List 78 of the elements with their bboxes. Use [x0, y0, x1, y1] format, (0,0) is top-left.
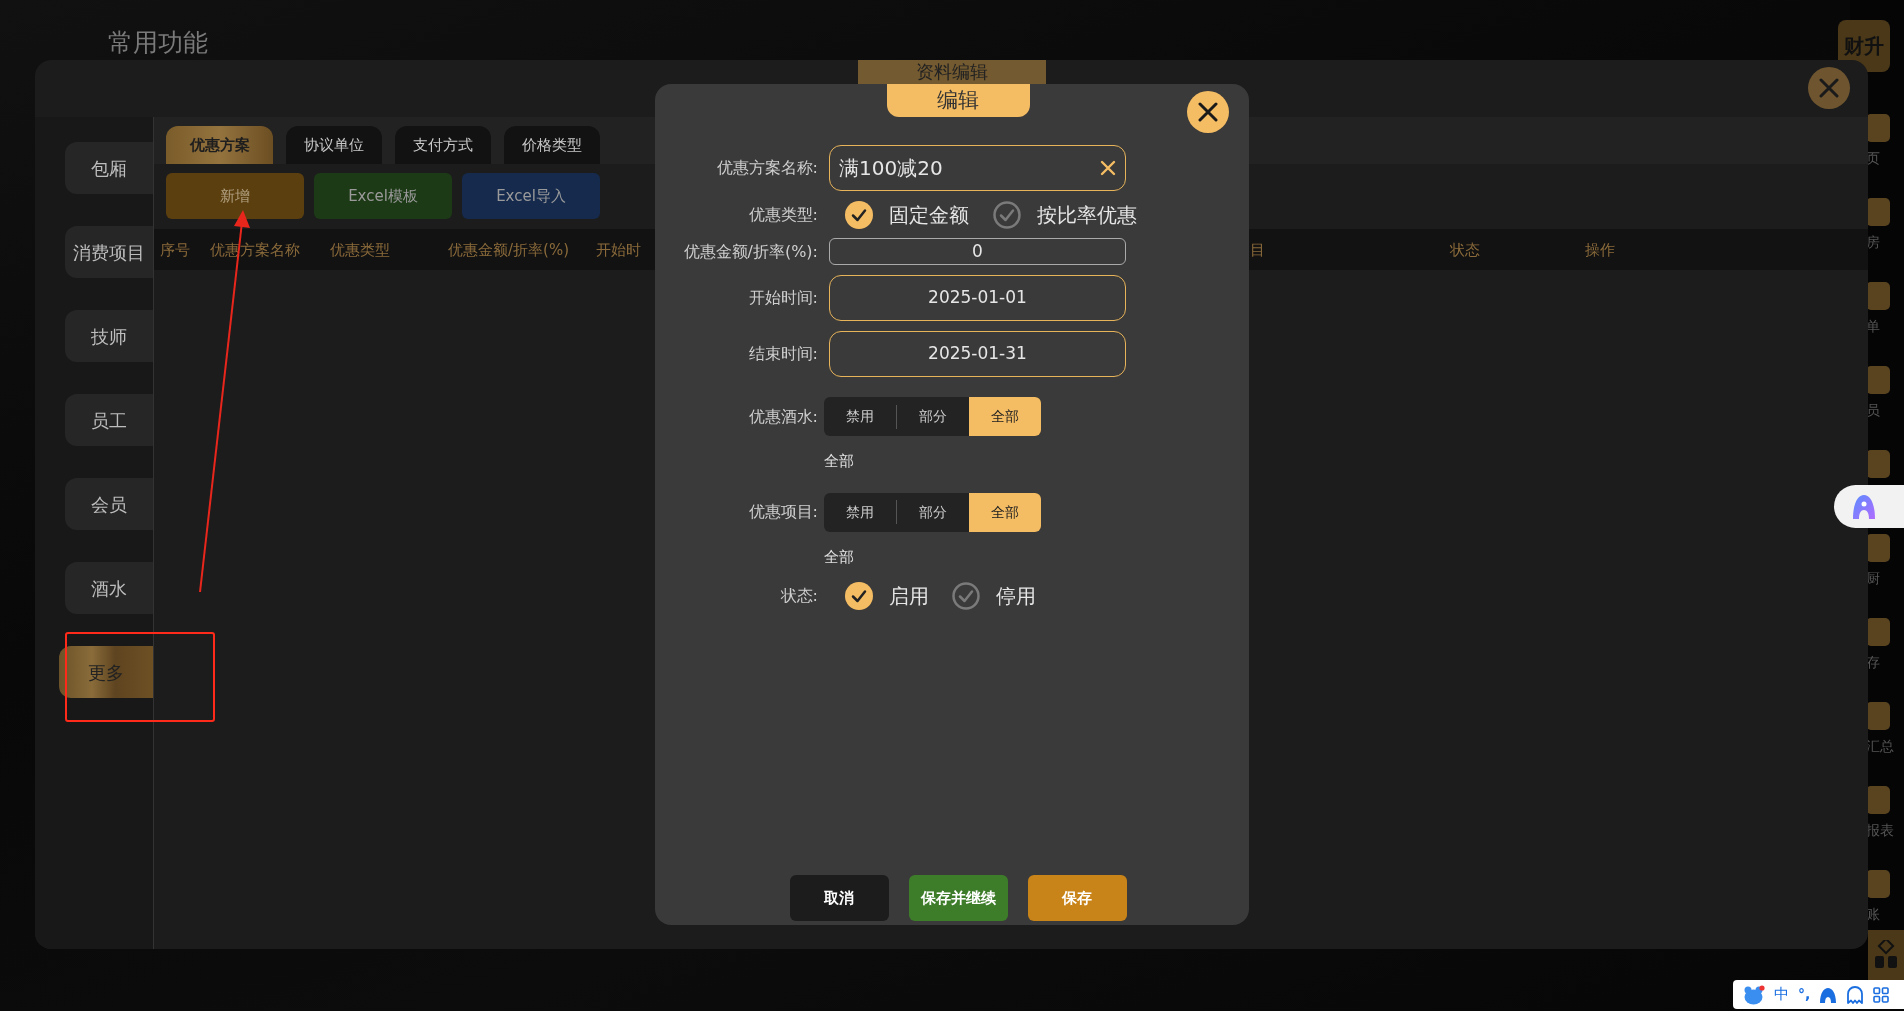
dialog-button[interactable]: 取消: [789, 875, 889, 921]
column-header: 优惠类型: [330, 240, 390, 259]
column-header: 开始时: [596, 240, 641, 259]
nav-tile-icon[interactable]: [1866, 198, 1890, 226]
field-value: 满100减20: [839, 155, 943, 182]
unchecked-radio-icon[interactable]: [952, 582, 980, 610]
column-header: 操作: [1585, 240, 1615, 259]
field-label: 结束时间:: [747, 343, 818, 365]
punctuation-toggle[interactable]: °,: [1798, 984, 1811, 1005]
sidebar-item[interactable]: 技师: [65, 310, 153, 362]
tab[interactable]: 协议单位: [286, 126, 382, 164]
sidebar-item[interactable]: 员工: [65, 394, 153, 446]
field-label: 状态:: [779, 585, 818, 607]
clear-icon[interactable]: [1100, 160, 1116, 176]
nav-tile-icon[interactable]: [1866, 282, 1890, 310]
assistant-icon: [1850, 492, 1878, 521]
nav-tile-icon[interactable]: [1866, 870, 1890, 898]
checked-radio-icon[interactable]: [845, 201, 873, 229]
ghost-icon[interactable]: [1846, 985, 1865, 1004]
column-header: 状态: [1450, 240, 1480, 259]
segment-option[interactable]: 部分: [897, 492, 969, 532]
segment-option[interactable]: 全部: [969, 397, 1041, 436]
option-label: 按比率优惠: [1037, 202, 1137, 229]
column-header: 序号: [160, 240, 190, 259]
field-label: 优惠项目:: [747, 501, 818, 523]
selection-summary: 全部: [824, 451, 854, 472]
option-label: 固定金额: [889, 202, 969, 229]
tab[interactable]: 支付方式: [395, 126, 491, 164]
page-title: 常用功能: [108, 27, 208, 59]
nav-tile-icon[interactable]: [1866, 618, 1890, 646]
dialog-title: 编辑: [886, 84, 1030, 117]
nav-tile-icon[interactable]: [1866, 534, 1890, 562]
date-field[interactable]: 2025-01-31: [829, 331, 1126, 377]
close-icon: [1819, 78, 1839, 98]
sidebar-item[interactable]: 消费项目: [65, 226, 153, 278]
name-field[interactable]: 满100减20: [829, 145, 1126, 191]
nav-tile-icon[interactable]: [1866, 702, 1890, 730]
option-label: 启用: [889, 583, 929, 610]
tab[interactable]: 优惠方案: [166, 126, 273, 164]
nav-tile-icon[interactable]: [1866, 366, 1890, 394]
checked-radio-icon[interactable]: [845, 582, 873, 610]
action-button[interactable]: Excel模板: [314, 173, 452, 219]
close-icon: [1198, 102, 1218, 122]
modal-title: 资料编辑: [858, 60, 1046, 84]
column-header: 目: [1250, 240, 1265, 259]
column-header: 优惠金额/折率(%): [448, 240, 569, 259]
segment-option[interactable]: 部分: [897, 397, 969, 436]
close-button[interactable]: [1187, 91, 1229, 133]
field-label: 优惠类型:: [747, 204, 818, 226]
segment-option[interactable]: 禁用: [824, 397, 896, 436]
field-label: 开始时间:: [747, 287, 818, 309]
segment-option[interactable]: 禁用: [824, 492, 896, 532]
selected-nav-tile[interactable]: [1868, 930, 1904, 980]
action-button[interactable]: 新增: [166, 173, 304, 219]
date-field[interactable]: 2025-01-01: [829, 275, 1126, 321]
sidebar-item[interactable]: 酒水: [65, 562, 153, 614]
grid-icon: [1873, 940, 1899, 970]
input-mode-toggle[interactable]: 中: [1774, 983, 1789, 1006]
action-button[interactable]: Excel导入: [462, 173, 600, 219]
unchecked-radio-icon[interactable]: [993, 201, 1021, 229]
field-label: 优惠方案名称:: [715, 157, 818, 179]
amount-field[interactable]: 0: [829, 238, 1126, 265]
tab[interactable]: 价格类型: [504, 126, 600, 164]
dialog-button[interactable]: 保存并继续: [908, 875, 1008, 921]
selection-summary: 全部: [824, 546, 854, 568]
segment-option[interactable]: 全部: [969, 492, 1041, 532]
arch-icon[interactable]: [1819, 986, 1838, 1003]
sidebar-item[interactable]: 会员: [65, 478, 153, 530]
grid-icon[interactable]: [1873, 986, 1890, 1003]
nav-tile-icon[interactable]: [1866, 450, 1890, 478]
nav-tile-icon[interactable]: [1866, 114, 1890, 142]
option-label: 停用: [996, 583, 1036, 610]
sidebar-item[interactable]: 包厢: [65, 142, 153, 194]
field-label: 优惠金额/折率(%):: [682, 240, 818, 263]
field-label: 优惠酒水:: [747, 405, 818, 428]
assistant-button[interactable]: [1834, 485, 1904, 528]
nav-tile-icon[interactable]: [1866, 786, 1890, 814]
bear-icon[interactable]: [1743, 984, 1765, 1005]
